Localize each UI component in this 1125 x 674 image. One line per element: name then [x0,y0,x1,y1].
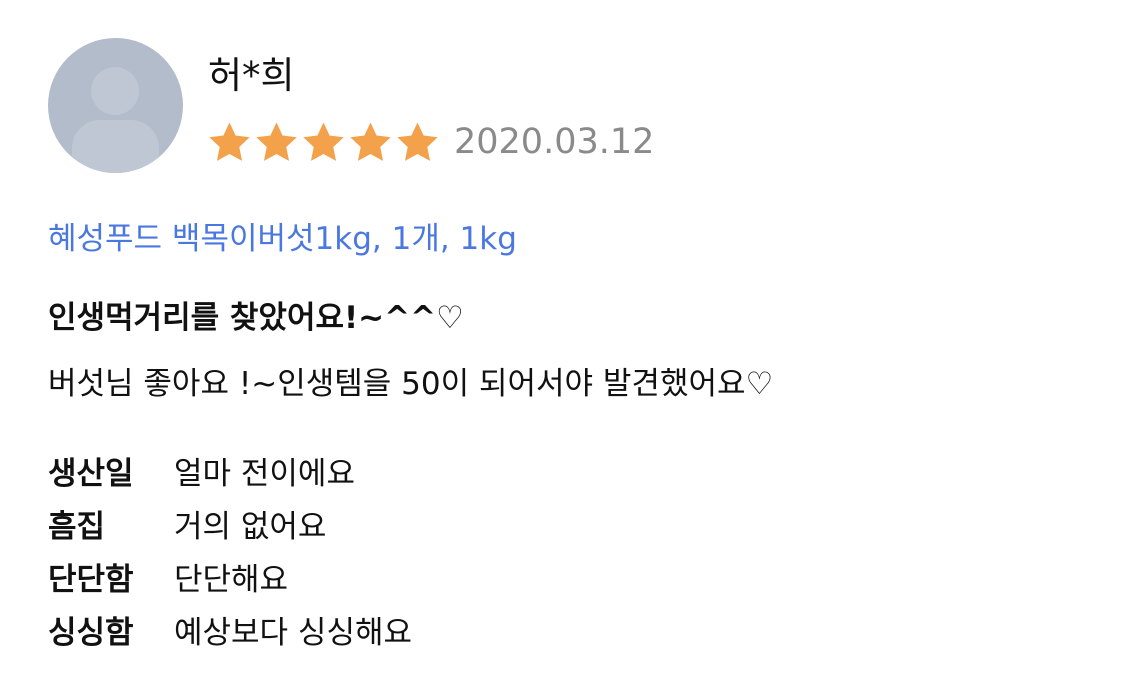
avatar [48,38,183,173]
reviewer-name: 허*희 [208,54,295,97]
review-card: 허*희 2020.03.12 혜성푸드 백목이버섯1kg, 1개, 1kg 인생… [0,0,1125,674]
survey-row: 단단함 단단해요 [48,550,412,603]
star-icon [256,122,297,161]
survey-label: 단단함 [48,562,134,598]
survey-answers: 생산일 얼마 전이에요 흠집 거의 없어요 단단함 단단해요 싱싱함 예상보다 … [48,444,412,656]
review-headline: 인생먹거리를 찾았어요!~^^♡ [48,300,464,336]
survey-value: 단단해요 [174,562,289,598]
survey-row: 생산일 얼마 전이에요 [48,444,412,497]
star-rating [206,118,441,166]
survey-row: 싱싱함 예상보다 싱싱해요 [48,603,412,656]
star-icon [397,122,438,161]
product-option-link[interactable]: 혜성푸드 백목이버섯1kg, 1개, 1kg [48,218,517,260]
avatar-head-shape [91,67,139,115]
survey-label: 싱싱함 [48,615,134,651]
review-date: 2020.03.12 [454,122,655,162]
survey-row: 흠집 거의 없어요 [48,497,412,550]
review-body: 버섯님 좋아요 !~인생템을 50이 되어서야 발견했어요♡ [48,366,774,402]
survey-label: 흠집 [48,509,106,545]
avatar-body-shape [72,120,159,173]
star-icon [350,122,391,161]
survey-value: 거의 없어요 [174,509,327,545]
star-icon [303,122,344,161]
star-icon [209,122,250,161]
survey-label: 생산일 [48,456,134,492]
survey-value: 예상보다 싱싱해요 [174,615,413,651]
survey-value: 얼마 전이에요 [174,456,355,492]
